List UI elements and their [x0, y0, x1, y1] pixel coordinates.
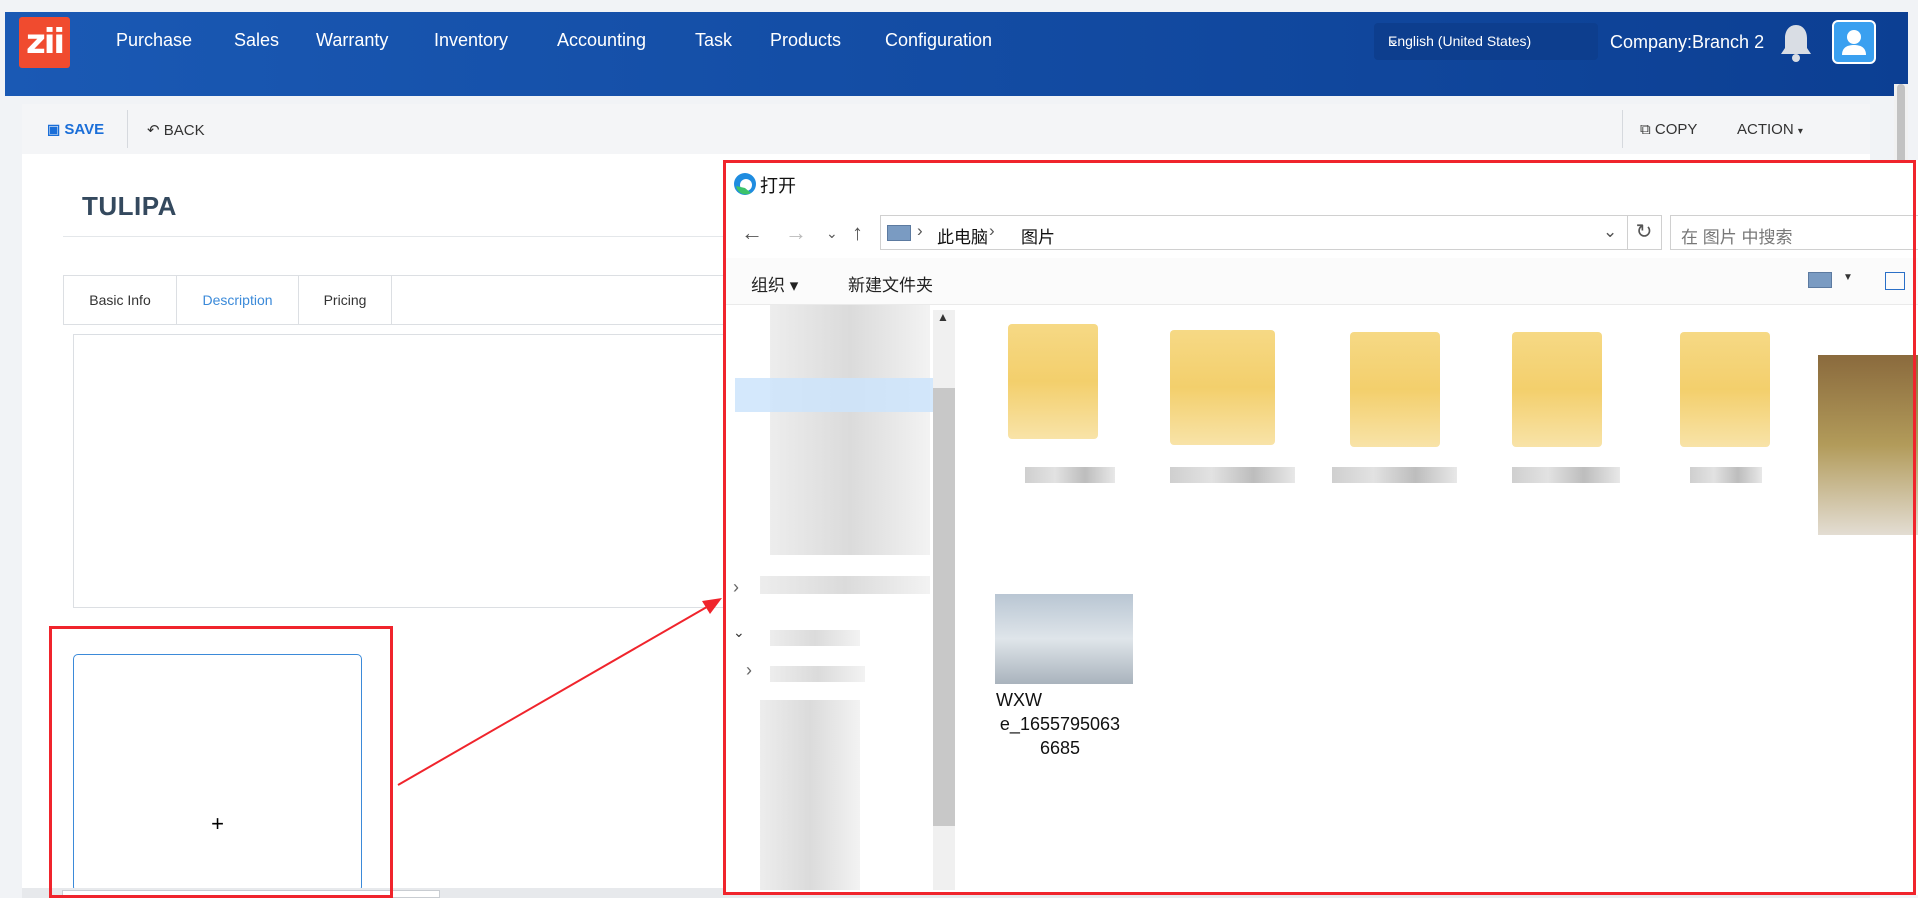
- action-dropdown[interactable]: ACTION ▾: [1737, 121, 1803, 138]
- title-divider: [63, 236, 723, 237]
- save-button[interactable]: ▣ SAVE: [47, 121, 104, 138]
- tab-bar: Basic Info Description Pricing: [63, 275, 725, 325]
- top-navigation-bar: [5, 12, 1908, 96]
- bell-icon[interactable]: [1777, 22, 1815, 64]
- floppy-disk-icon: ▣: [47, 121, 61, 137]
- toolbar: [22, 104, 1870, 155]
- company-label: Company:Branch 2: [1610, 32, 1765, 52]
- copy-button-label: COPY: [1654, 121, 1698, 138]
- back-button[interactable]: ↶ BACK: [147, 121, 205, 139]
- save-button-label: SAVE: [64, 121, 105, 138]
- caret-down-icon: ▾: [1797, 126, 1803, 137]
- toolbar-divider: [127, 110, 128, 148]
- tab-pricing[interactable]: Pricing: [299, 276, 392, 324]
- nav-inventory[interactable]: Inventory: [434, 30, 508, 51]
- app-logo[interactable]: zii: [19, 17, 70, 68]
- nav-task[interactable]: Task: [695, 30, 732, 51]
- annotation-box-upload: [49, 626, 393, 898]
- description-editor[interactable]: [73, 334, 725, 608]
- nav-products[interactable]: Products: [770, 30, 841, 51]
- user-avatar[interactable]: [1832, 20, 1876, 64]
- action-dropdown-label: ACTION: [1737, 121, 1794, 138]
- page-title: TULIPA: [82, 191, 177, 221]
- user-icon: [1842, 30, 1866, 55]
- copy-button[interactable]: ⧉ COPY: [1640, 121, 1697, 138]
- nav-sales[interactable]: Sales: [234, 30, 279, 51]
- nav-warranty[interactable]: Warranty: [316, 30, 388, 51]
- toolbar-divider: [1622, 110, 1623, 148]
- reply-arrow-icon: ↶: [147, 122, 160, 139]
- annotation-box-dialog: [723, 160, 1916, 895]
- chevron-down-icon: ⌄: [1388, 32, 1400, 48]
- copy-icon: ⧉: [1640, 121, 1651, 138]
- nav-accounting[interactable]: Accounting: [557, 30, 646, 51]
- nav-configuration[interactable]: Configuration: [885, 30, 992, 51]
- nav-purchase[interactable]: Purchase: [116, 30, 192, 51]
- language-select[interactable]: English (United States) ⌄: [1374, 23, 1598, 60]
- tab-basic-info[interactable]: Basic Info: [64, 276, 177, 324]
- tab-description[interactable]: Description: [177, 276, 299, 324]
- back-button-label: BACK: [163, 122, 205, 139]
